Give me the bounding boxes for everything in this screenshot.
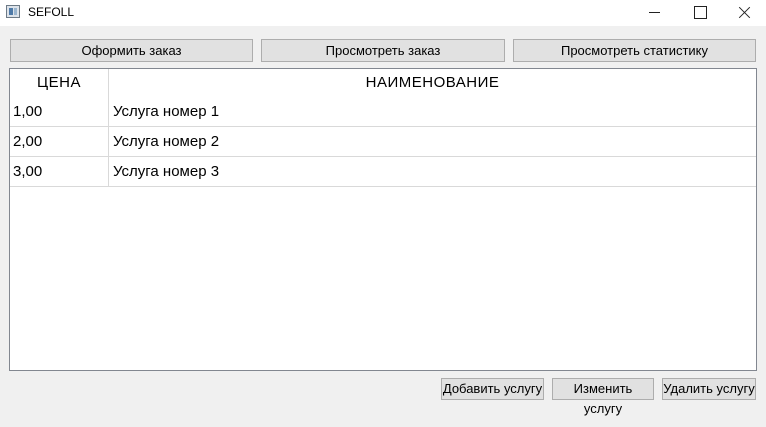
minimize-icon[interactable]	[632, 0, 678, 26]
maximize-icon[interactable]	[677, 0, 723, 26]
name-cell[interactable]: Услуга номер 3	[109, 157, 756, 186]
table-row[interactable]: 1,00 Услуга номер 1	[10, 97, 756, 127]
name-cell[interactable]: Услуга номер 1	[109, 97, 756, 126]
services-table[interactable]: ЦЕНА НАИМЕНОВАНИЕ 1,00 Услуга номер 1 2,…	[9, 68, 757, 371]
price-cell[interactable]: 1,00	[10, 97, 109, 126]
column-header-name[interactable]: НАИМЕНОВАНИЕ	[109, 69, 756, 97]
table-row[interactable]: 3,00 Услуга номер 3	[10, 157, 756, 187]
column-header-price[interactable]: ЦЕНА	[10, 69, 109, 97]
edit-service-button[interactable]: Изменить услугу	[552, 378, 654, 416]
window-title: SEFOLL	[28, 5, 75, 19]
table-row[interactable]: 2,00 Услуга номер 2	[10, 127, 756, 157]
price-cell[interactable]: 3,00	[10, 157, 109, 186]
close-icon[interactable]	[721, 0, 766, 26]
place-order-button[interactable]: Оформить заказ	[10, 39, 253, 62]
view-order-button[interactable]: Просмотреть заказ	[261, 39, 505, 62]
price-cell[interactable]: 2,00	[10, 127, 109, 156]
title-bar: SEFOLL	[0, 0, 766, 26]
name-cell[interactable]: Услуга номер 2	[109, 127, 756, 156]
app-window-icon	[6, 5, 20, 18]
view-statistics-button[interactable]: Просмотреть статистику	[513, 39, 756, 62]
delete-service-button[interactable]: Удалить услугу	[662, 378, 756, 400]
table-header: ЦЕНА НАИМЕНОВАНИЕ	[10, 69, 756, 97]
add-service-button[interactable]: Добавить услугу	[441, 378, 544, 400]
